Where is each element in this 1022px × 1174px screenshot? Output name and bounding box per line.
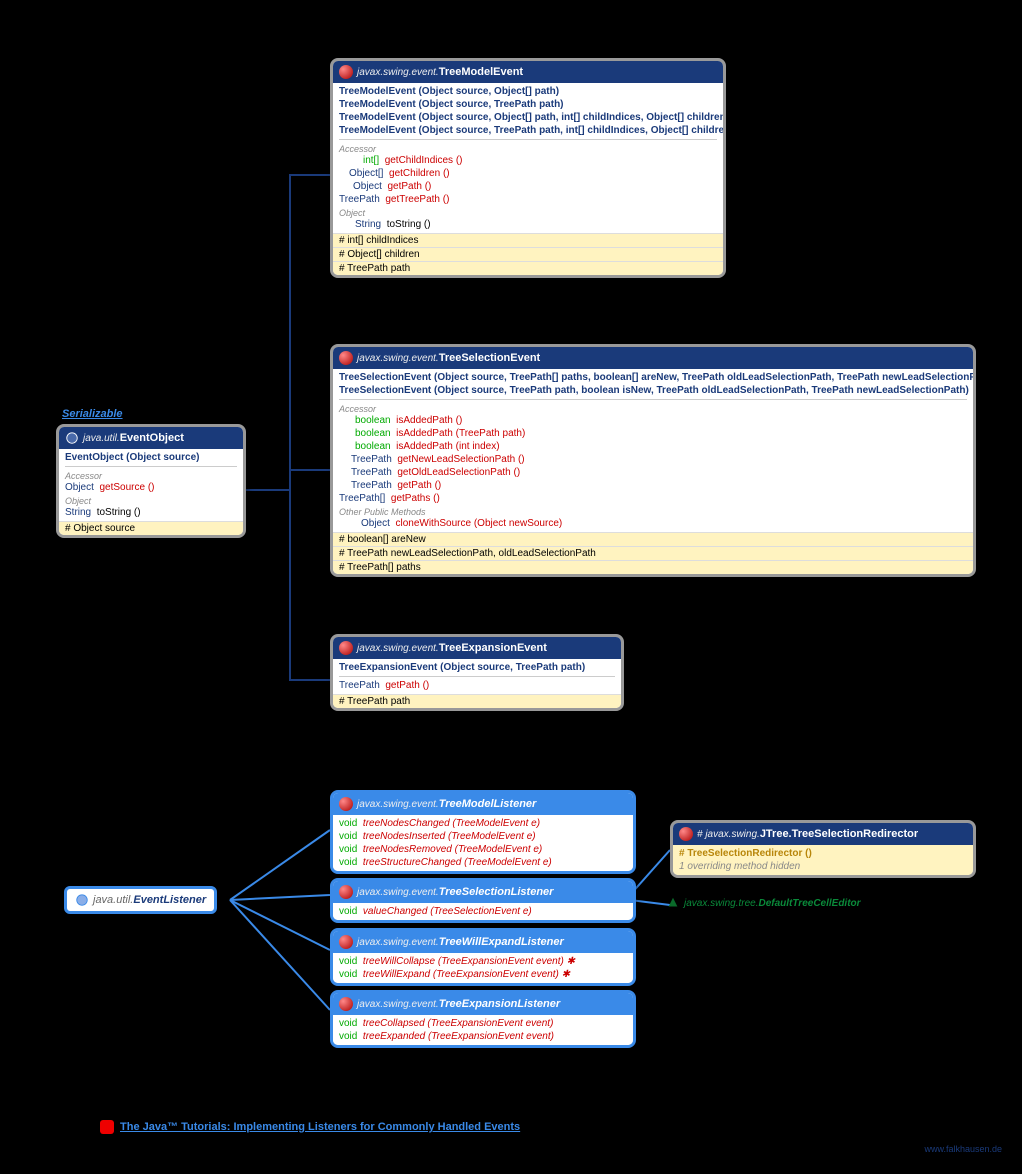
class-name: JTree.TreeSelectionRedirector — [760, 828, 918, 840]
method: getPaths () — [391, 493, 440, 504]
method: treeWillCollapse (TreeExpansionEvent eve… — [363, 956, 575, 967]
class-name: EventListener — [133, 894, 206, 906]
constructor: # TreeSelectionRedirector () — [679, 848, 812, 859]
constructor: TreeModelEvent (Object source, TreePath … — [339, 125, 726, 136]
field-row: # Object[] children — [333, 247, 723, 261]
box-tree-will-expand-listener: javax.swing.event.TreeWillExpandListener… — [330, 928, 636, 986]
box-tree-expansion-listener: javax.swing.event.TreeExpansionListener … — [330, 990, 636, 1048]
ball-icon — [339, 935, 353, 949]
method: getChildIndices () — [385, 155, 463, 166]
header-tree-will-expand-listener: javax.swing.event.TreeWillExpandListener — [333, 931, 633, 953]
method: getNewLeadSelectionPath () — [397, 454, 524, 465]
method: treeCollapsed (TreeExpansionEvent event) — [363, 1018, 553, 1029]
header-tree-expansion-event: javax.swing.event.TreeExpansionEvent — [333, 637, 621, 659]
class-name: EventObject — [120, 432, 184, 444]
class-name: TreeModelListener — [439, 798, 537, 810]
tutorial-link[interactable]: The Java™ Tutorials: Implementing Listen… — [100, 1120, 520, 1134]
method: isAddedPath (int index) — [396, 441, 499, 452]
class-name: TreeExpansionEvent — [439, 642, 547, 654]
class-name: DefaultTreeCellEditor — [758, 898, 860, 909]
method: treeNodesChanged (TreeModelEvent e) — [363, 818, 540, 829]
method: treeWillExpand (TreeExpansionEvent event… — [363, 969, 570, 980]
constructor: TreeExpansionEvent (Object source, TreeP… — [339, 662, 585, 673]
header-tree-selection-event: javax.swing.event.TreeSelectionEvent — [333, 347, 973, 369]
ball-icon — [339, 885, 353, 899]
field-row: # Object source — [59, 521, 243, 535]
footer-credit[interactable]: www.falkhausen.de — [924, 1144, 1002, 1154]
section-label: Accessor — [339, 402, 967, 414]
method: getChildren () — [389, 168, 450, 179]
oracle-icon — [100, 1120, 114, 1134]
constructor: EventObject (Object source) — [65, 452, 199, 463]
box-tree-selection-event: javax.swing.event.TreeSelectionEvent Tre… — [330, 344, 976, 577]
constructor: TreeSelectionEvent (Object source, TreeP… — [339, 385, 969, 396]
section-label: Object — [339, 206, 717, 218]
box-event-object: java.util.EventObject EventObject (Objec… — [56, 424, 246, 538]
header-tree-model-listener: javax.swing.event.TreeModelListener — [333, 793, 633, 815]
method: getTreePath () — [385, 194, 449, 205]
tree-icon — [666, 896, 680, 910]
note: 1 overriding method hidden — [679, 860, 967, 873]
serializable-label[interactable]: Serializable — [62, 408, 123, 420]
field-row: # TreePath path — [333, 261, 723, 275]
class-name: TreeExpansionListener — [439, 998, 560, 1010]
section-label: Accessor — [65, 469, 237, 481]
ball-icon — [679, 827, 693, 841]
method: treeNodesInserted (TreeModelEvent e) — [363, 831, 536, 842]
box-tree-model-event: javax.swing.event.TreeModelEvent TreeMod… — [330, 58, 726, 278]
box-tree-expansion-event: javax.swing.event.TreeExpansionEvent Tre… — [330, 634, 624, 711]
method: getPath () — [387, 181, 431, 192]
constructor: TreeModelEvent (Object source, TreePath … — [339, 99, 564, 110]
ball-icon — [339, 797, 353, 811]
class-name: TreeSelectionEvent — [439, 352, 541, 364]
constructor: TreeModelEvent (Object source, Object[] … — [339, 86, 559, 97]
class-name: TreeSelectionListener — [439, 886, 554, 898]
class-name: TreeWillExpandListener — [439, 936, 564, 948]
field-row: # TreePath newLeadSelectionPath, oldLead… — [333, 546, 973, 560]
box-redirector: # javax.swing.JTree.TreeSelectionRedirec… — [670, 820, 976, 878]
method: valueChanged (TreeSelectionEvent e) — [363, 906, 532, 917]
field-row: # boolean[] areNew — [333, 532, 973, 546]
gear-icon — [65, 431, 79, 445]
gear-icon — [75, 893, 89, 907]
method: getPath () — [385, 680, 429, 691]
method: getSource () — [99, 482, 154, 493]
field-row: # int[] childIndices — [333, 233, 723, 247]
box-tree-model-listener: javax.swing.event.TreeModelListener void… — [330, 790, 636, 874]
constructor: TreeModelEvent (Object source, Object[] … — [339, 112, 726, 123]
header-redirector: # javax.swing.JTree.TreeSelectionRedirec… — [673, 823, 973, 845]
pkg-label: java.util. — [83, 433, 120, 444]
method: toString () — [97, 507, 141, 518]
ball-icon — [339, 65, 353, 79]
method: treeExpanded (TreeExpansionEvent event) — [363, 1031, 554, 1042]
method: isAddedPath (TreePath path) — [396, 428, 525, 439]
ball-icon — [339, 997, 353, 1011]
header-tree-selection-listener: javax.swing.event.TreeSelectionListener — [333, 881, 633, 903]
constructor: TreeSelectionEvent (Object source, TreeP… — [339, 372, 976, 383]
method: toString () — [387, 219, 431, 230]
header-tree-expansion-listener: javax.swing.event.TreeExpansionListener — [333, 993, 633, 1015]
class-name: TreeModelEvent — [439, 66, 523, 78]
method: treeStructureChanged (TreeModelEvent e) — [363, 857, 552, 868]
method: getPath () — [397, 480, 441, 491]
method: getOldLeadSelectionPath () — [397, 467, 520, 478]
section-label: Other Public Methods — [339, 505, 967, 517]
field-row: # TreePath path — [333, 694, 621, 708]
method: isAddedPath () — [396, 415, 462, 426]
box-tree-selection-listener: javax.swing.event.TreeSelectionListener … — [330, 878, 636, 923]
ball-icon — [339, 351, 353, 365]
section-label: Object — [65, 494, 237, 506]
default-tree-cell-editor[interactable]: javax.swing.tree.DefaultTreeCellEditor — [666, 896, 861, 910]
header-event-object: java.util.EventObject — [59, 427, 243, 449]
header-tree-model-event: javax.swing.event.TreeModelEvent — [333, 61, 723, 83]
method: treeNodesRemoved (TreeModelEvent e) — [363, 844, 542, 855]
method: cloneWithSource (Object newSource) — [395, 518, 562, 529]
ball-icon — [339, 641, 353, 655]
field-row: # TreePath[] paths — [333, 560, 973, 574]
section-label: Accessor — [339, 142, 717, 154]
box-event-listener[interactable]: java.util.EventListener — [64, 886, 217, 914]
